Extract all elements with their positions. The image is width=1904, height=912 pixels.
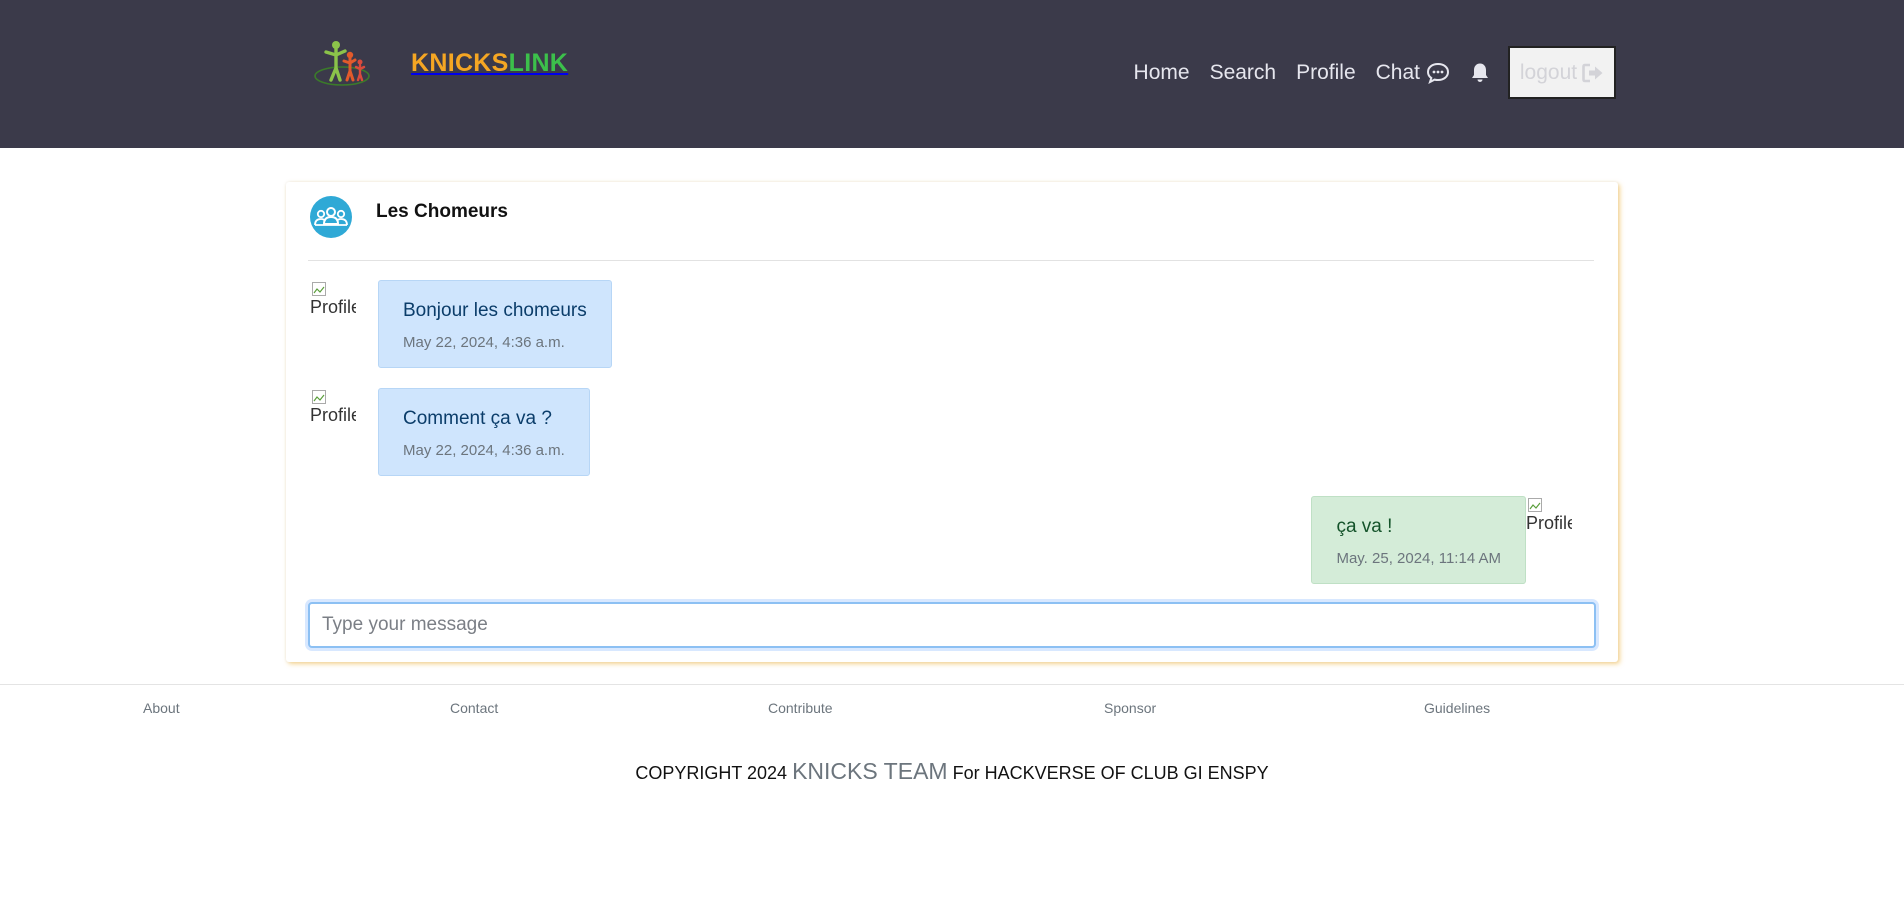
- broken-image-icon: [312, 390, 326, 404]
- broken-image-icon: [312, 282, 326, 296]
- knickslink-logo: [314, 41, 370, 86]
- sign-out-icon: [1582, 63, 1603, 82]
- nav-home[interactable]: Home: [1134, 61, 1190, 85]
- message-bubble: Comment ça va ? May 22, 2024, 4:36 a.m.: [378, 388, 590, 476]
- brand-name-part2: LINK: [508, 48, 569, 77]
- message-text: Comment ça va ?: [403, 408, 552, 429]
- nav-profile[interactable]: Profile: [1296, 61, 1356, 85]
- message-row: Profile Comment ça va ? May 22, 2024, 4:…: [310, 388, 590, 476]
- message-bubble: Bonjour les chomeurs May 22, 2024, 4:36 …: [378, 280, 612, 368]
- sender-avatar: Profile: [1526, 496, 1572, 542]
- message-bubble: ça va ! May. 25, 2024, 11:14 AM: [1311, 496, 1526, 584]
- chat-card: Les Chomeurs Profile Bonjour les chomeur…: [286, 182, 1618, 662]
- logout-button[interactable]: logout: [1508, 46, 1616, 99]
- message-time: May 22, 2024, 4:36 a.m.: [403, 442, 565, 459]
- header-divider: [308, 260, 1594, 261]
- sender-avatar: Profile: [310, 388, 356, 434]
- nav-search[interactable]: Search: [1210, 61, 1277, 85]
- footer-link-contact[interactable]: Contact: [450, 700, 498, 716]
- brand-link[interactable]: KNICKSLINK: [312, 38, 568, 88]
- nav-menu: Home Search Profile Chat logout: [1134, 46, 1616, 99]
- logout-label: logout: [1519, 60, 1578, 84]
- avatar-alt-text: Profile: [310, 297, 356, 317]
- copyright-prefix: COPYRIGHT 2024: [635, 763, 788, 783]
- brand-name-part1: KNICKS: [411, 48, 509, 77]
- nav-chat-label: Chat: [1375, 60, 1420, 84]
- brand-name: KNICKSLINK: [411, 49, 568, 78]
- chat-bubble-icon: [1426, 62, 1450, 84]
- copyright-team: KNICKS TEAM: [792, 758, 948, 784]
- footer-link-sponsor[interactable]: Sponsor: [1104, 700, 1156, 716]
- message-input[interactable]: [308, 602, 1596, 648]
- copyright-suffix: For HACKVERSE OF CLUB GI ENSPY: [952, 763, 1269, 783]
- navbar: KNICKSLINK Home Search Profile Chat logo…: [0, 0, 1904, 148]
- message-time: May. 25, 2024, 11:14 AM: [1336, 550, 1501, 567]
- nav-chat[interactable]: Chat: [1376, 61, 1450, 85]
- message-row-outgoing: ça va ! May. 25, 2024, 11:14 AM Profile: [1311, 496, 1572, 584]
- message-text: Bonjour les chomeurs: [403, 300, 587, 321]
- group-icon: [314, 207, 348, 226]
- group-name: Les Chomeurs: [376, 201, 508, 222]
- copyright: COPYRIGHT 2024 KNICKS TEAM For HACKVERSE…: [0, 758, 1904, 785]
- footer-link-contribute[interactable]: Contribute: [768, 700, 833, 716]
- footer-divider: [0, 684, 1904, 685]
- notifications-button[interactable]: [1470, 62, 1490, 84]
- bell-icon: [1472, 63, 1488, 82]
- message-row: Profile Bonjour les chomeurs May 22, 202…: [310, 280, 612, 368]
- footer-link-guidelines[interactable]: Guidelines: [1424, 700, 1490, 716]
- message-text: ça va !: [1336, 516, 1393, 537]
- avatar-alt-text: Profile: [1526, 513, 1572, 533]
- avatar-alt-text: Profile: [310, 405, 356, 425]
- group-avatar: [310, 196, 352, 238]
- footer-link-about[interactable]: About: [143, 700, 180, 716]
- sender-avatar: Profile: [310, 280, 356, 326]
- chat-header: Les Chomeurs: [310, 196, 508, 238]
- broken-image-icon: [1528, 498, 1542, 512]
- message-time: May 22, 2024, 4:36 a.m.: [403, 334, 565, 351]
